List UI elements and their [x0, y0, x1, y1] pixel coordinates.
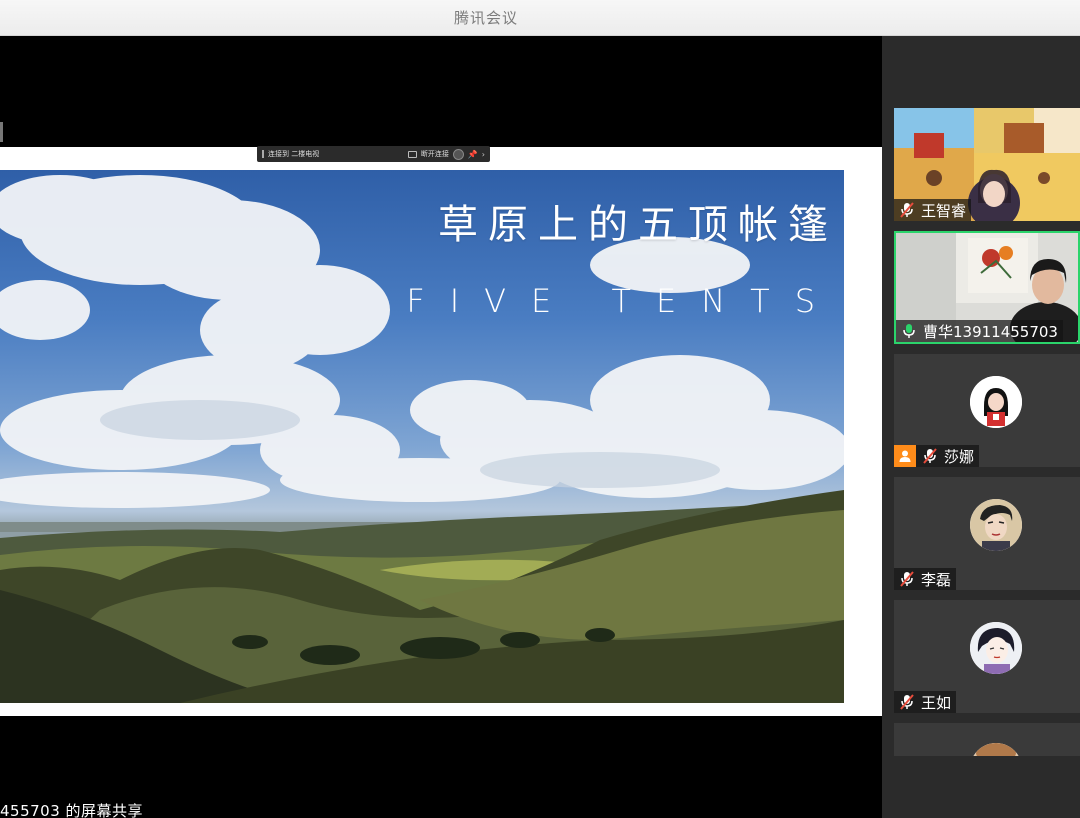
participant-tile-partial[interactable]: [894, 723, 1080, 756]
avatar-image: [970, 743, 1022, 756]
slide-subtitle: FIVE TENTS: [406, 282, 840, 320]
participant-name: 曹华13911455703: [923, 322, 1058, 341]
share-toolbar[interactable]: 连接到 二楼电视 断开连接 📌 ›: [257, 146, 490, 162]
connected-device-label: 连接到 二楼电视: [268, 150, 320, 158]
participant-tile[interactable]: 莎娜: [894, 354, 1080, 467]
participant-name-bar: 王智睿: [894, 199, 972, 221]
drag-handle-icon[interactable]: [262, 150, 264, 158]
screen-share-label: 455703 的屏幕共享: [0, 802, 144, 818]
participant-name: 莎娜: [944, 447, 975, 466]
app-title: 腾讯会议: [453, 9, 518, 27]
participant-sidebar[interactable]: 王智睿 曹华13911455703 莎娜 李磊 王如: [882, 36, 1080, 818]
chevron-right-icon[interactable]: ›: [482, 150, 485, 159]
avatar-image: [970, 622, 1022, 674]
participant-tile[interactable]: 王如: [894, 600, 1080, 713]
participant-name-bar: 莎娜: [894, 445, 980, 467]
screen-share-stage[interactable]: 草原上的五顶帐篷 FIVE TENTS 连接到 二楼电视 断开连接 📌 › 45…: [0, 36, 882, 818]
participant-name: 王如: [921, 693, 952, 712]
host-icon: [894, 445, 916, 467]
mic-off-icon: [900, 694, 914, 710]
avatar-image: [970, 499, 1022, 551]
mic-off-icon: [900, 202, 914, 218]
title-bar: 腾讯会议: [0, 0, 1080, 36]
shared-slide: 草原上的五顶帐篷 FIVE TENTS: [0, 147, 882, 716]
disconnect-icon: [407, 150, 417, 158]
record-button[interactable]: [452, 148, 464, 160]
participant-tile[interactable]: 王智睿: [894, 108, 1080, 221]
participant-tile-active-speaker[interactable]: 曹华13911455703: [894, 231, 1080, 344]
participant-name: 王智睿: [921, 201, 967, 220]
participant-name-bar: 曹华13911455703: [896, 320, 1063, 342]
avatar-image: [970, 376, 1022, 428]
mic-on-icon: [903, 324, 915, 338]
avatar: [970, 743, 1022, 756]
disconnect-button[interactable]: 断开连接: [421, 149, 449, 159]
participant-name-bar: 李磊: [894, 568, 957, 590]
slide-title: 草原上的五顶帐篷: [438, 202, 838, 248]
pin-icon[interactable]: 📌: [468, 150, 478, 159]
avatar: [970, 622, 1022, 674]
mic-off-icon: [923, 448, 937, 464]
avatar: [970, 376, 1022, 428]
collapse-handle[interactable]: [0, 122, 3, 142]
grassland-photo: 草原上的五顶帐篷 FIVE TENTS: [0, 170, 844, 703]
avatar: [970, 499, 1022, 551]
participant-tile[interactable]: 李磊: [894, 477, 1080, 590]
participant-name: 李磊: [921, 570, 952, 589]
participant-name-bar: 王如: [894, 691, 957, 713]
mic-off-icon: [900, 571, 914, 587]
